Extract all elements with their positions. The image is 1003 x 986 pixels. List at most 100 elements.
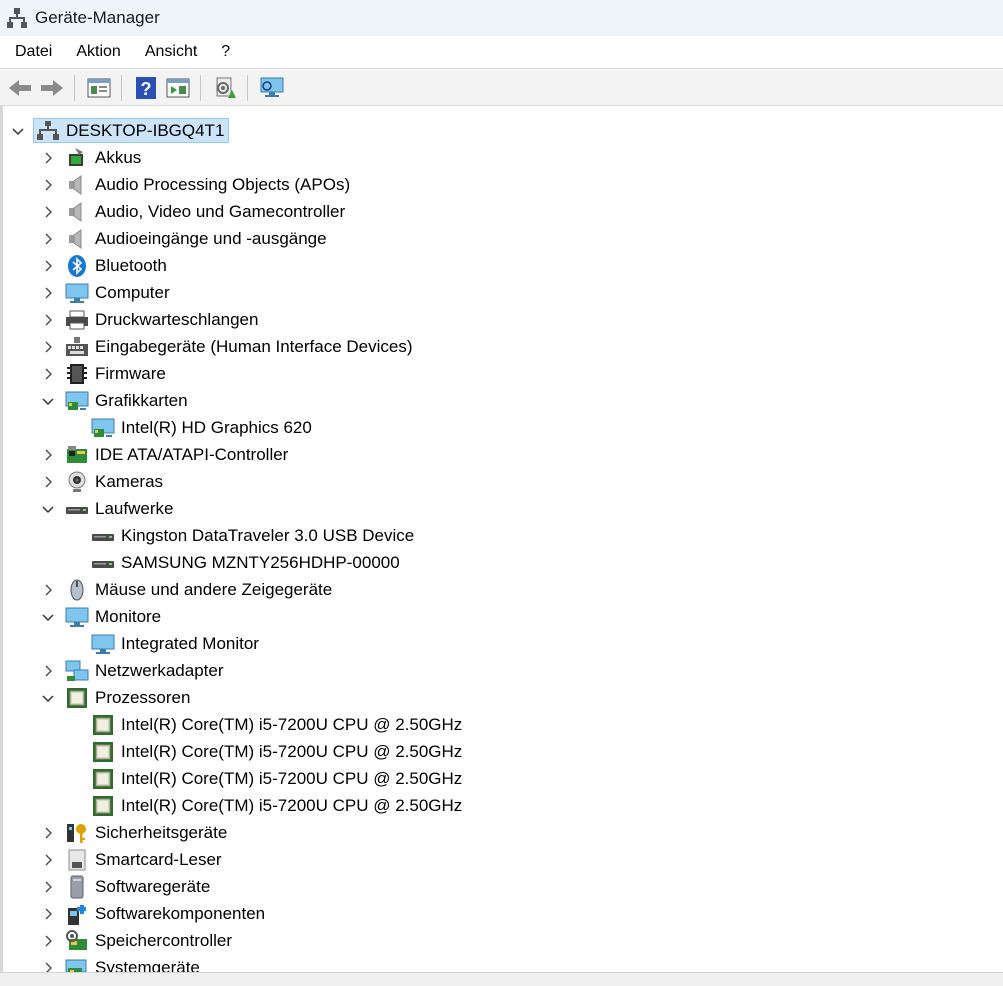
chevron-right-icon[interactable] — [41, 151, 55, 165]
chevron-right-icon[interactable] — [41, 475, 55, 489]
menu-datei[interactable]: Datei — [3, 36, 64, 68]
menu-help[interactable]: ? — [209, 36, 242, 68]
chevron-down-icon[interactable] — [41, 394, 55, 408]
tree-category-row[interactable]: Eingabegeräte (Human Interface Devices) — [41, 333, 413, 360]
chevron-right-icon[interactable] — [41, 178, 55, 192]
tree-device-row[interactable]: Intel(R) Core(TM) i5-7200U CPU @ 2.50GHz — [91, 738, 462, 765]
webcam-icon — [65, 470, 89, 494]
chevron-right-icon[interactable] — [41, 367, 55, 381]
chevron-right-icon[interactable] — [41, 880, 55, 894]
tree-item-label: Monitore — [95, 606, 162, 626]
chevron-down-icon[interactable] — [11, 124, 25, 138]
toolbar: ? — [0, 70, 1003, 106]
keyboard-icon — [65, 335, 89, 359]
tree-root-row[interactable]: DESKTOP-IBGQ4T1 — [11, 117, 230, 144]
chevron-right-icon[interactable] — [41, 961, 55, 972]
disk-drive-icon — [91, 524, 115, 548]
chevron-right-icon[interactable] — [41, 826, 55, 840]
tree-category-row[interactable]: Prozessoren — [41, 684, 190, 711]
speaker-icon — [65, 227, 89, 251]
scan-hardware-button[interactable] — [258, 74, 286, 102]
tree-category-row[interactable]: Softwaregeräte — [41, 873, 210, 900]
tree-item-label: Akkus — [95, 147, 142, 167]
tree-category-row[interactable]: Sicherheitsgeräte — [41, 819, 227, 846]
tree-category-row[interactable]: Bluetooth — [41, 252, 167, 279]
chevron-right-icon[interactable] — [41, 664, 55, 678]
forward-button[interactable] — [38, 74, 66, 102]
processor-icon — [65, 686, 89, 710]
chevron-right-icon[interactable] — [41, 232, 55, 246]
tree-device-row[interactable]: SAMSUNG MZNTY256HDHP-00000 — [91, 549, 400, 576]
chevron-right-icon[interactable] — [41, 340, 55, 354]
toolbar-separator — [121, 74, 122, 101]
tree-category-row[interactable]: Speichercontroller — [41, 927, 232, 954]
chevron-right-icon[interactable] — [41, 259, 55, 273]
tree-category-row[interactable]: Netzwerkadapter — [41, 657, 224, 684]
tree-device-row[interactable]: Kingston DataTraveler 3.0 USB Device — [91, 522, 414, 549]
tree-category-row[interactable]: Monitore — [41, 603, 161, 630]
chevron-right-icon[interactable] — [41, 205, 55, 219]
tree-category-row[interactable]: Systemgeräte — [41, 954, 200, 972]
tree-item-label: Integrated Monitor — [121, 633, 259, 653]
tree-category-row[interactable]: Audio, Video und Gamecontroller — [41, 198, 345, 225]
firmware-chip-icon — [65, 362, 89, 386]
speaker-icon — [65, 200, 89, 224]
tree-item-label: SAMSUNG MZNTY256HDHP-00000 — [121, 552, 400, 572]
tree-item-label: Kingston DataTraveler 3.0 USB Device — [121, 525, 415, 545]
tree-category-row[interactable]: Softwarekomponenten — [41, 900, 265, 927]
chevron-right-icon[interactable] — [41, 313, 55, 327]
tree-item-label: Systemgeräte — [95, 957, 200, 973]
disk-drive-icon — [91, 551, 115, 575]
chevron-down-icon[interactable] — [41, 610, 55, 624]
update-driver-icon — [216, 77, 236, 98]
tree-category-row[interactable]: Mäuse und andere Zeigegeräte — [41, 576, 332, 603]
chevron-down-icon[interactable] — [41, 691, 55, 705]
tree-item-label: Speichercontroller — [95, 930, 233, 950]
show-hide-console-tree-icon — [87, 78, 111, 97]
tree-item-label: Intel(R) Core(TM) i5-7200U CPU @ 2.50GHz — [121, 741, 463, 761]
tree-category-row[interactable]: Computer — [41, 279, 170, 306]
menu-aktion[interactable]: Aktion — [64, 36, 132, 68]
show-hide-console-tree-button[interactable] — [85, 74, 113, 102]
mouse-icon — [65, 578, 89, 602]
svg-text:?: ? — [141, 79, 152, 99]
tree-root-selected[interactable]: DESKTOP-IBGQ4T1 — [33, 118, 230, 143]
help-button[interactable]: ? — [132, 74, 160, 102]
tree-category-row[interactable]: Audio Processing Objects (APOs) — [41, 171, 350, 198]
back-button[interactable] — [6, 74, 34, 102]
tree-item-label: Intel(R) HD Graphics 620 — [121, 417, 312, 437]
tree-device-row[interactable]: Intel(R) HD Graphics 620 — [91, 414, 312, 441]
tree-category-row[interactable]: Laufwerke — [41, 495, 173, 522]
tree-category-row[interactable]: Grafikkarten — [41, 387, 188, 414]
tree-category-row[interactable]: Kameras — [41, 468, 163, 495]
tree-category-row[interactable]: Akkus — [41, 144, 141, 171]
tree-item-label: Laufwerke — [95, 498, 174, 518]
chevron-right-icon[interactable] — [41, 286, 55, 300]
tree-device-row[interactable]: Intel(R) Core(TM) i5-7200U CPU @ 2.50GHz — [91, 792, 462, 819]
toolbar-separator — [74, 74, 75, 101]
chevron-right-icon[interactable] — [41, 448, 55, 462]
forward-arrow-icon — [41, 79, 63, 96]
device-tree[interactable]: DESKTOP-IBGQ4T1 Akkus Audio Processing Ob… — [0, 106, 1003, 972]
chevron-right-icon[interactable] — [41, 934, 55, 948]
tree-category-row[interactable]: Druckwarteschlangen — [41, 306, 258, 333]
tree-category-row[interactable]: Firmware — [41, 360, 166, 387]
tree-device-row[interactable]: Intel(R) Core(TM) i5-7200U CPU @ 2.50GHz — [91, 765, 462, 792]
tree-category-row[interactable]: Audioeingänge und -ausgänge — [41, 225, 327, 252]
update-driver-button[interactable] — [211, 74, 239, 102]
tree-category-row[interactable]: Smartcard-Leser — [41, 846, 222, 873]
chevron-down-icon[interactable] — [41, 502, 55, 516]
chevron-right-icon[interactable] — [41, 583, 55, 597]
tree-device-row[interactable]: Intel(R) Core(TM) i5-7200U CPU @ 2.50GHz — [91, 711, 462, 738]
tree-category-row[interactable]: IDE ATA/ATAPI-Controller — [41, 441, 288, 468]
chevron-right-icon[interactable] — [41, 907, 55, 921]
tree-item-label: Audio, Video und Gamecontroller — [95, 201, 346, 221]
tree-device-row[interactable]: Integrated Monitor — [91, 630, 259, 657]
action-pane-button[interactable] — [164, 74, 192, 102]
system-devices-icon — [65, 956, 89, 972]
tree-item-label: IDE ATA/ATAPI-Controller — [95, 444, 289, 464]
chevron-right-icon[interactable] — [41, 853, 55, 867]
network-adapter-icon — [65, 659, 89, 683]
menu-ansicht[interactable]: Ansicht — [133, 36, 209, 68]
speaker-icon — [65, 173, 89, 197]
